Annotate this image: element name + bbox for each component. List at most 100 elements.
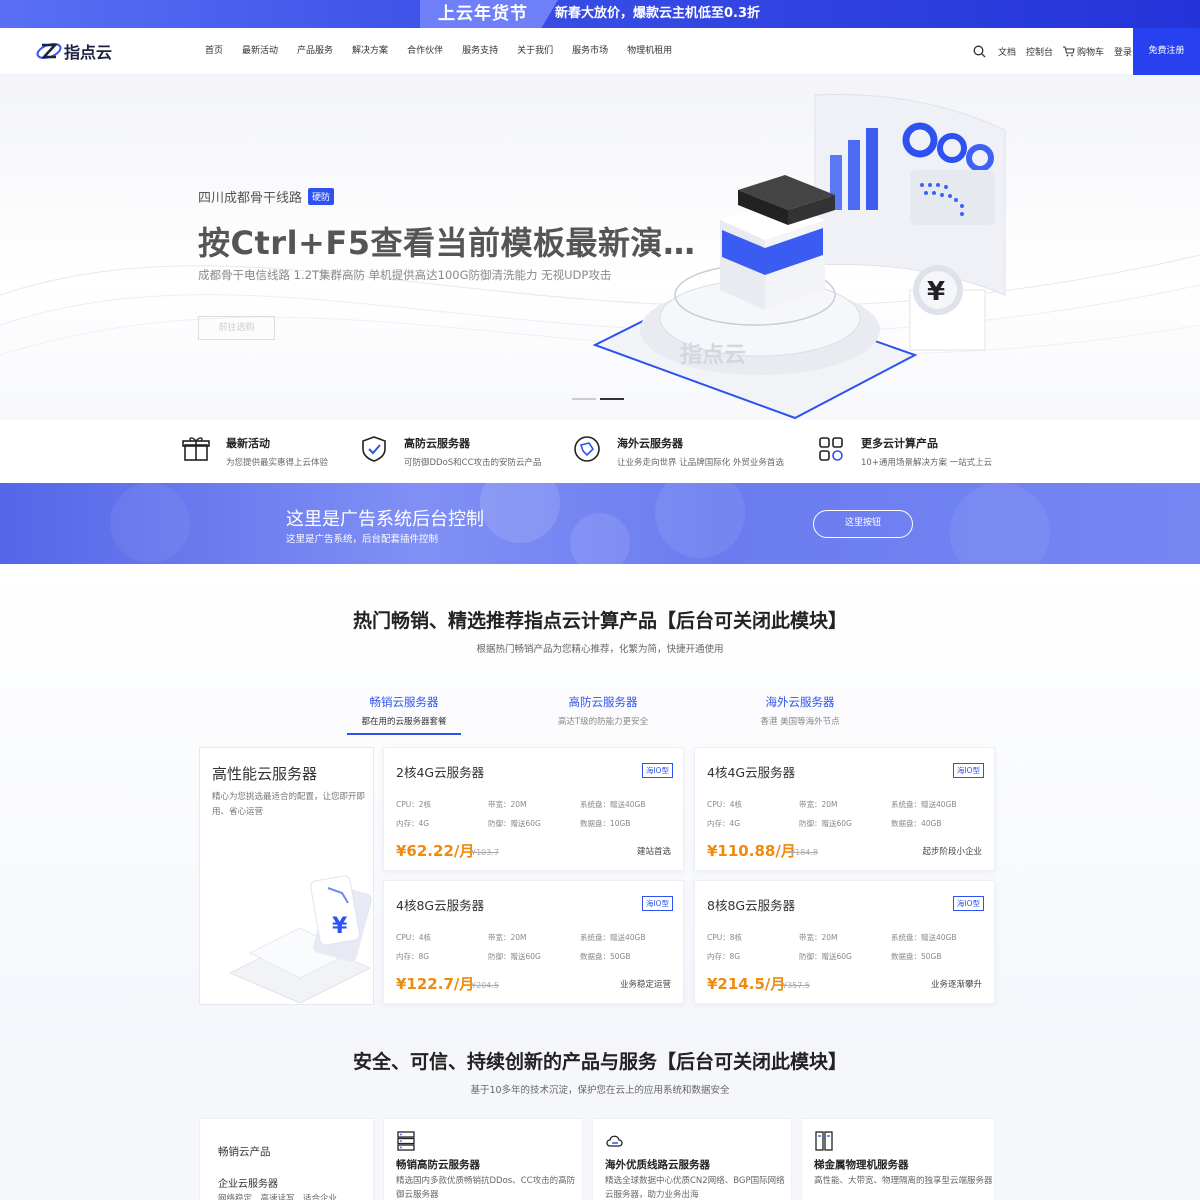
category-card[interactable]: 高性能云服务器 精心为您挑选最适合的配置，让您即开即用、省心运营 ¥ <box>199 747 374 1005</box>
product-note: 建站首选 <box>636 847 671 857</box>
spec-bandwidth: 带宽：20M <box>488 800 527 809</box>
shield-icon <box>362 436 386 462</box>
hero-subtitle-text: 四川成都骨干线路 <box>198 191 303 206</box>
ad-bokeh-background <box>110 483 1050 564</box>
security-card[interactable]: 梯金属物理机服务器 高性能、大带宽、物理隔离的独享型云端服务器 <box>801 1118 995 1200</box>
product-card[interactable]: 4核4G云服务器 海IO型 CPU：4核 带宽：20M 系统盘：赠送40GB 内… <box>694 747 995 871</box>
feature-desc: 可防御DDoS和CC攻击的安防云产品 <box>404 458 542 468</box>
tab-title: 海外云服务器 <box>765 695 835 709</box>
spec-data-disk: 数据盘：50GB <box>891 952 942 961</box>
promo-bar[interactable]: 上云年货节 新春大放价，爆款云主机低至0.3折 <box>0 0 1200 28</box>
feature-more-products[interactable]: 更多云计算产品 10+通用场景解决方案 一站式上云 <box>817 435 992 468</box>
ad-title: 这里是广告系统后台控制 <box>286 509 484 530</box>
spec-system-disk: 系统盘：赠送40GB <box>580 800 646 809</box>
ad-subtitle: 这里是广告系统，后台配套插件控制 <box>286 534 439 545</box>
spec-bandwidth: 带宽：20M <box>488 933 527 942</box>
cart-label: 购物车 <box>1076 48 1104 58</box>
hero-subtitle: 四川成都骨干线路 硬防 <box>198 187 335 206</box>
spec-cpu: CPU：4核 <box>707 800 743 809</box>
category-illustration: ¥ <box>228 875 372 1003</box>
hero-banner: 四川成都骨干线路 硬防 按Ctrl+F5查看当前模板最新演… 成都骨干电信线路 … <box>0 75 1200 420</box>
section-title: 热门畅销、精选推荐指点云计算产品【后台可关闭此模块】 <box>352 610 847 632</box>
menu-item-solutions[interactable]: 解决方案 <box>352 28 388 75</box>
product-card[interactable]: 8核8G云服务器 海IO型 CPU：8核 带宽：20M 系统盘：赠送40GB 内… <box>694 880 995 1004</box>
spec-bandwidth: 带宽：20M <box>799 933 838 942</box>
menu-item-support[interactable]: 服务支持 <box>462 28 498 75</box>
feature-overseas-servers[interactable]: 海外云服务器 让业务走向世界 让品牌国际化 外贸业务首选 <box>573 435 784 468</box>
security-card-desc: 精选国内多款优质畅销抗DDos、CC攻击的高防御云服务器 <box>396 1176 576 1200</box>
menu-item-products[interactable]: 产品服务 <box>297 28 333 75</box>
login-link[interactable]: 登录 <box>1114 45 1132 58</box>
menu-item-activities[interactable]: 最新活动 <box>242 28 278 75</box>
top-nav: 指点云 首页 最新活动 产品服务 解决方案 合作伙伴 服务支持 关于我们 服务市… <box>0 28 1200 75</box>
menu-item-home[interactable]: 首页 <box>205 28 223 75</box>
menu-item-about[interactable]: 关于我们 <box>517 28 553 75</box>
category-title: 高性能云服务器 <box>212 765 318 783</box>
docs-link[interactable]: 文档 <box>998 45 1016 58</box>
promo-text[interactable]: 新春大放价，爆款云主机低至0.3折 <box>555 0 760 28</box>
logo-icon <box>36 43 62 59</box>
spec-data-disk: 数据盘：40GB <box>891 819 942 828</box>
spec-cpu: CPU：2核 <box>396 800 432 809</box>
product-name: 4核4G云服务器 <box>707 765 796 780</box>
product-card[interactable]: 2核4G云服务器 海IO型 CPU：2核 带宽：20M 系统盘：赠送40GB 内… <box>383 747 684 871</box>
logo-text: 指点云 <box>64 43 113 62</box>
product-card[interactable]: 4核8G云服务器 海IO型 CPU：4核 带宽：20M 系统盘：赠送40GB 内… <box>383 880 684 1004</box>
security-card[interactable]: 畅销高防云服务器 精选国内多款优质畅销抗DDos、CC攻击的高防御云服务器 <box>383 1118 583 1200</box>
hero-illustration: 指点云 ¥ <box>592 93 1006 420</box>
feature-desc: 让业务走向世界 让品牌国际化 外贸业务首选 <box>617 458 784 468</box>
product-name: 2核4G云服务器 <box>396 765 485 780</box>
security-card-title: 海外优质线路云服务器 <box>605 1159 710 1171</box>
spec-cpu: CPU：4核 <box>396 933 432 942</box>
ad-button[interactable]: 这里按钮 <box>813 510 913 538</box>
register-button[interactable]: 免费注册 <box>1133 28 1200 75</box>
console-link[interactable]: 控制台 <box>1026 45 1053 58</box>
product-price: ¥122.7/月 <box>396 975 475 993</box>
tab-title: 高防云服务器 <box>568 695 638 709</box>
security-card[interactable]: 海外优质线路云服务器 精选全球数据中心优质CN2网络、BGP国际网络云服务器，助… <box>592 1118 792 1200</box>
hero-yen-symbol: ¥ <box>927 277 945 307</box>
menu-item-partners[interactable]: 合作伙伴 <box>407 28 443 75</box>
tab-overseas[interactable]: 海外云服务器 香港 美国等海外节点 <box>743 694 857 727</box>
spec-bandwidth: 带宽：20M <box>799 800 838 809</box>
spec-defense: 防御：赠送60G <box>799 952 852 961</box>
product-note: 业务逐渐攀升 <box>930 980 982 990</box>
feature-desc: 10+通用场景解决方案 一站式上云 <box>861 458 993 468</box>
product-price: ¥214.5/月 <box>707 975 786 993</box>
product-tag: 海IO型 <box>641 896 673 911</box>
feature-ddos-servers[interactable]: 高防云服务器 可防御DDoS和CC攻击的安防云产品 <box>360 435 542 468</box>
tab-ddos[interactable]: 高防云服务器 高达T级的防能力更安全 <box>546 694 660 727</box>
spec-memory: 内存：8G <box>707 952 741 961</box>
spec-data-disk: 数据盘：10GB <box>580 819 631 828</box>
feature-desc: 为您提供最实惠得上云体验 <box>226 458 329 468</box>
hot-products-section: 热门畅销、精选推荐指点云计算产品【后台可关闭此模块】 根据热门畅销产品为您精心推… <box>0 564 1200 1050</box>
security-section-subtitle: 基于10多年的技术沉淀，保护您在云上的应用系统和数据安全 <box>470 1085 730 1096</box>
tab-desc: 高达T级的防能力更安全 <box>557 717 649 727</box>
promo-badge: 上云年货节 <box>420 0 558 28</box>
product-name: 4核8G云服务器 <box>396 898 485 913</box>
security-side-item[interactable]: 企业云服务器 <box>218 1175 278 1190</box>
nav-right: 文档 控制台 购物车 登录 <box>963 28 1132 75</box>
spec-memory: 内存：4G <box>707 819 741 828</box>
product-tag: 海IO型 <box>952 896 984 911</box>
hero-art-logo: 指点云 <box>680 342 746 368</box>
feature-activities[interactable]: 最新活动 为您提供最实惠得上云体验 <box>182 435 328 468</box>
spec-memory: 内存：8G <box>396 952 430 961</box>
menu-item-market[interactable]: 服务市场 <box>572 28 608 75</box>
ad-banner[interactable]: 这里是广告系统后台控制 这里是广告系统，后台配套插件控制 这里按钮 <box>0 483 1200 564</box>
search-button[interactable] <box>973 45 988 58</box>
tab-desc: 都在用的云服务器套餐 <box>361 717 447 727</box>
product-old-price: ¥204.5 <box>471 981 499 990</box>
product-price: ¥110.88/月 <box>707 842 796 860</box>
hero-cta-button[interactable]: 前往选购 <box>198 316 275 340</box>
category-desc: 精心为您挑选最适合的配置，让您即开即用、省心运营 <box>212 792 366 817</box>
product-old-price: ¥357.5 <box>782 981 810 990</box>
tab-bestselling[interactable]: 畅销云服务器 都在用的云服务器套餐 <box>347 694 461 735</box>
menu-item-physical[interactable]: 物理机租用 <box>627 28 672 75</box>
security-card-desc: 高性能、大带宽、物理隔离的独享型云端服务器 <box>814 1176 993 1186</box>
cart-link[interactable]: 购物车 <box>1062 45 1104 58</box>
logo[interactable]: 指点云 <box>36 38 112 64</box>
security-side-item-desc: 网络稳定 高速读写 适合企业 <box>218 1194 338 1200</box>
security-card-title: 梯金属物理机服务器 <box>814 1159 909 1171</box>
security-section-title: 安全、可信、持续创新的产品与服务【后台可关闭此模块】 <box>352 1051 847 1073</box>
